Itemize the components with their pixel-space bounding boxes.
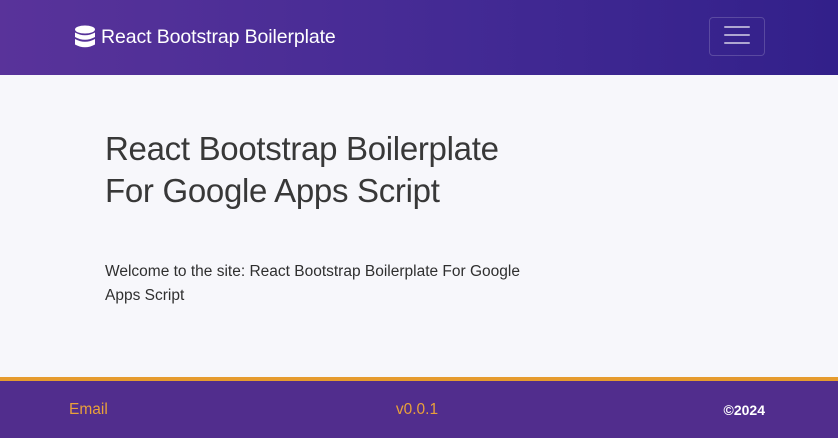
main-content: React Bootstrap Boilerplate For Google A… [0,75,838,377]
navbar-brand[interactable]: React Bootstrap Boilerplate [74,24,336,50]
welcome-text: Welcome to the site: React Bootstrap Boi… [105,263,520,304]
navbar-brand-text: React Bootstrap Boilerplate [101,25,336,48]
database-icon [74,25,96,49]
footer: Email v0.0.1 ©2024 [0,377,838,438]
version-label: v0.0.1 [395,401,439,418]
copyright-text: ©2024 [723,402,765,418]
navbar: React Bootstrap Boilerplate [0,0,838,75]
navbar-toggle-button[interactable] [709,17,765,56]
page-title: React Bootstrap Boilerplate For Google A… [105,130,499,209]
hamburger-menu-icon [724,24,750,49]
